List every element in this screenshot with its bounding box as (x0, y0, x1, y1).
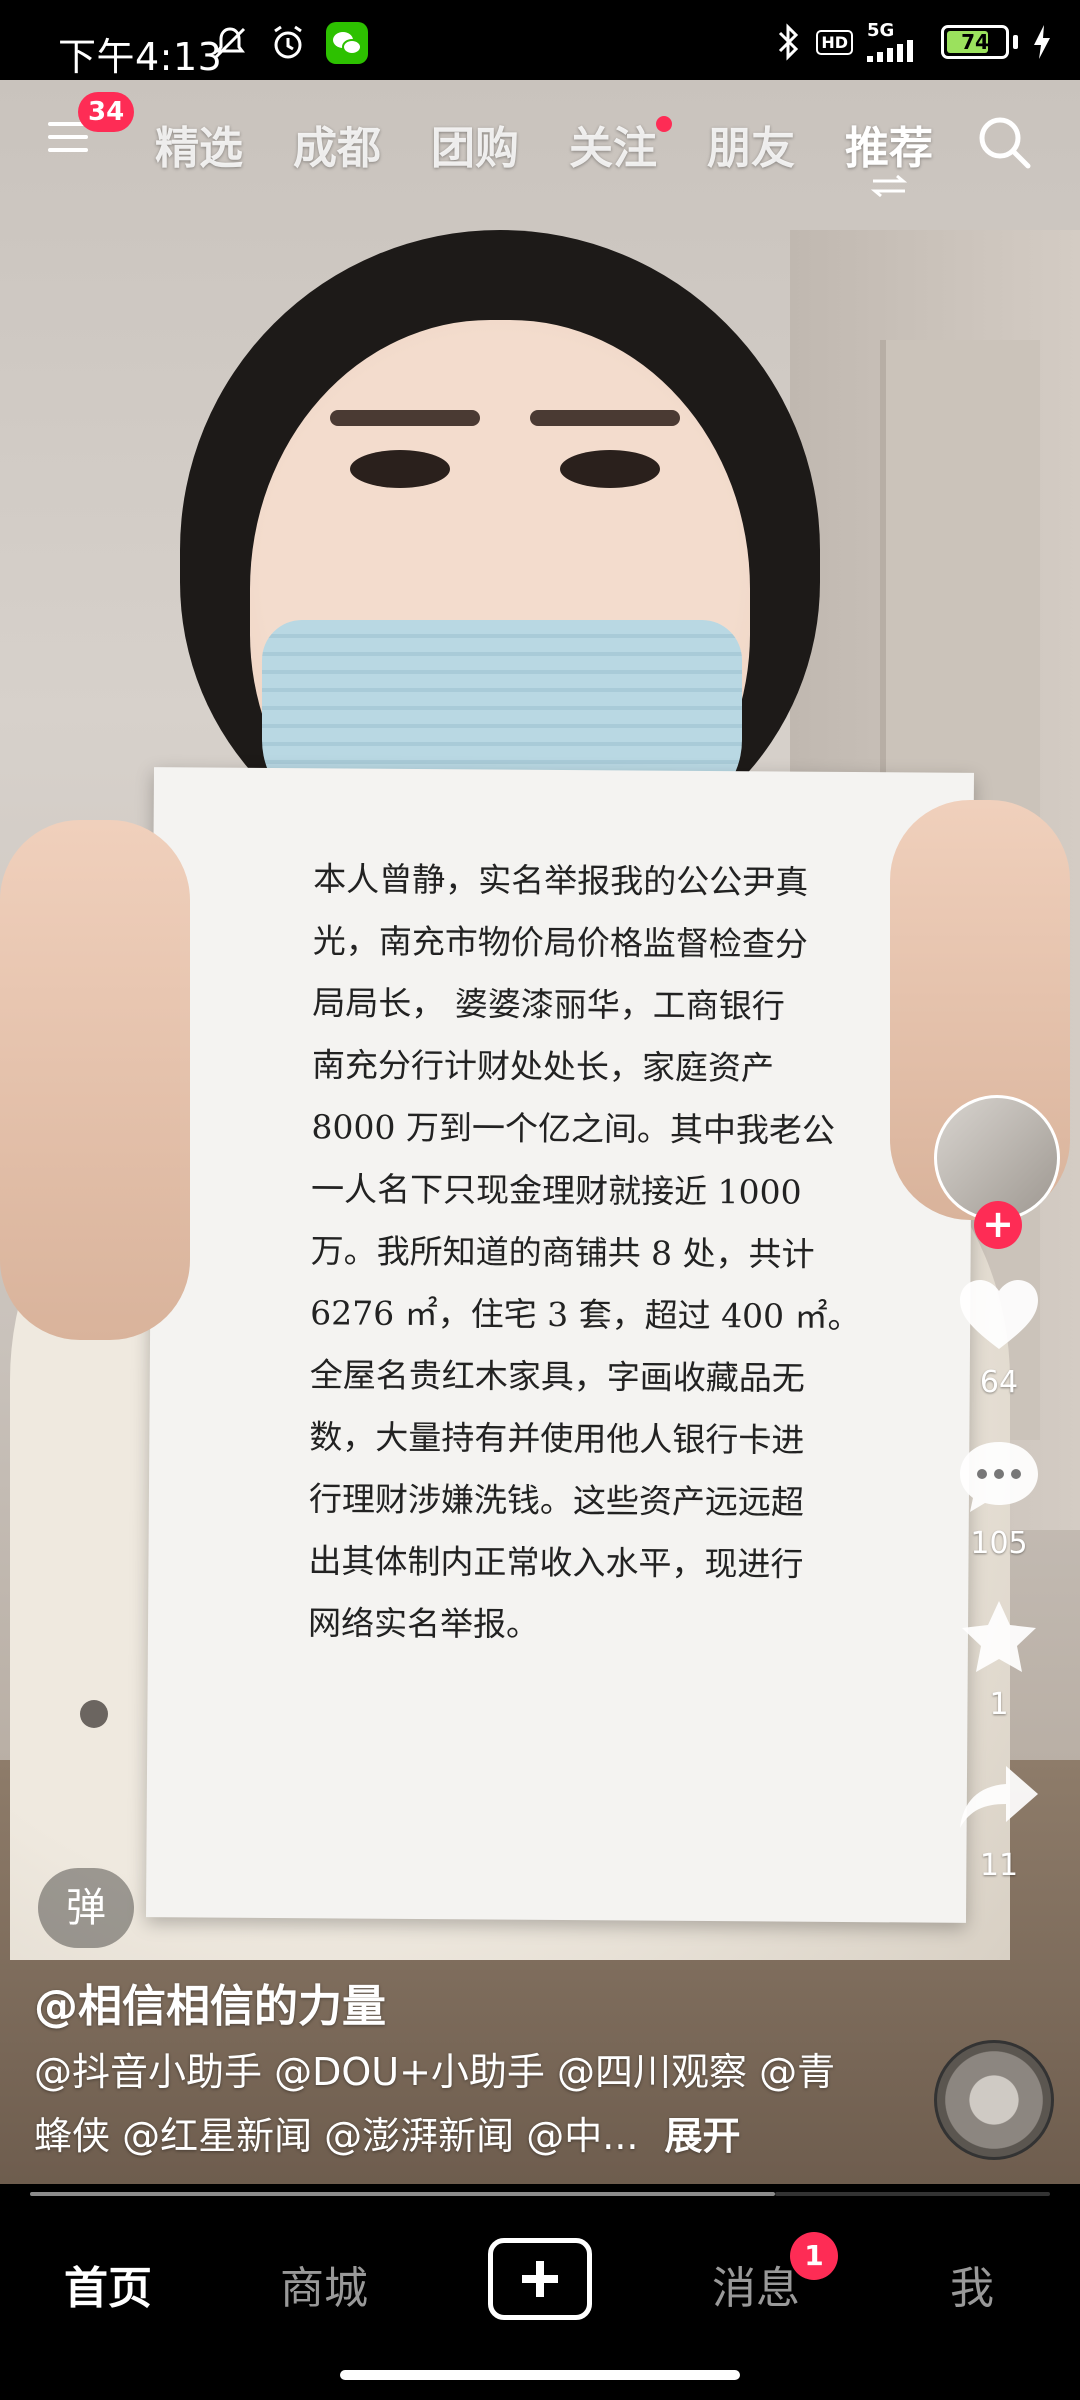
battery-indicator: 74 (941, 25, 1009, 59)
shirt-pattern (80, 1700, 108, 1728)
tab-label: 精选 (155, 123, 243, 174)
top-nav: 34 精选 成都 团购 关注 朋友 推荐 (0, 92, 1080, 198)
heart-icon (960, 1280, 1038, 1349)
tab-label: 关注 (569, 123, 657, 174)
status-time: 下午4:13 (58, 35, 223, 79)
search-icon[interactable] (974, 112, 1034, 172)
tab-chengdu[interactable]: 成都 (268, 112, 406, 176)
comment-button[interactable]: 105 (934, 1436, 1064, 1561)
charging-icon (1034, 25, 1050, 59)
like-count: 64 (979, 1365, 1019, 1400)
nav-home[interactable]: 首页 (28, 2252, 188, 2316)
tab-friends[interactable]: 朋友 (682, 112, 820, 176)
swap-icon (870, 174, 908, 198)
tab-label: 团购 (431, 123, 519, 174)
status-right: HD 5G 74 (776, 22, 1052, 62)
report-text: 本人曾静，实名举报我的公公尹真 光，南充市物价局价格监督检查分 局局长， 婆婆漆… (307, 859, 861, 1644)
nav-me[interactable]: 我 (892, 2252, 1052, 2316)
mute-icon (214, 27, 246, 59)
home-indicator (340, 2370, 740, 2380)
tab-group-buy[interactable]: 团购 (406, 112, 544, 176)
star-icon (962, 1601, 1036, 1672)
tab-label: 推荐 (845, 123, 933, 174)
tab-featured[interactable]: 精选 (130, 112, 268, 176)
follow-button[interactable]: + (974, 1201, 1022, 1249)
bluetooth-icon (779, 23, 799, 61)
signal-icon (867, 40, 913, 62)
video-player[interactable]: 本人曾静，实名举报我的公公尹真 光，南充市物价局价格监督检查分 局局长， 婆婆漆… (0, 80, 1080, 2184)
share-count: 11 (979, 1848, 1019, 1883)
share-icon (960, 1766, 1038, 1828)
favorite-count: 1 (989, 1687, 1009, 1722)
status-bar: 下午4:13 HD 5G 74 (0, 0, 1080, 80)
danmaku-toggle[interactable]: 弹 (38, 1868, 134, 1948)
tab-label: 成都 (293, 123, 381, 174)
person-eyebrow (330, 410, 480, 426)
video-description: @抖音小助手 @DOU+小助手 @四川观察 @青蜂侠 @红星新闻 @澎湃新闻 @… (34, 2040, 864, 2168)
signal-group: 5G (867, 22, 927, 62)
feed-tabs: 精选 成都 团购 关注 朋友 推荐 (130, 112, 958, 198)
person-eye (350, 450, 450, 488)
report-paper: 本人曾静，实名举报我的公公尹真 光，南充市物价局价格监督检查分 局局长， 婆婆漆… (145, 767, 975, 1923)
comment-icon (960, 1442, 1038, 1512)
nav-mall[interactable]: 商城 (244, 2252, 404, 2316)
new-content-dot (656, 116, 672, 132)
tab-following[interactable]: 关注 (544, 112, 682, 176)
create-button[interactable] (488, 2238, 592, 2320)
status-left-icons (210, 22, 368, 64)
action-rail: + 64 105 1 11 (934, 1095, 1064, 1919)
plus-icon (522, 2261, 558, 2297)
tab-label: 朋友 (707, 123, 795, 174)
expand-link[interactable]: 展开 (664, 2114, 740, 2158)
person-eye (560, 450, 660, 488)
battery-tip (1013, 35, 1018, 49)
messages-badge: 1 (790, 2232, 838, 2280)
alarm-icon (274, 25, 302, 59)
menu-badge: 34 (78, 92, 135, 132)
like-button[interactable]: 64 (934, 1275, 1064, 1400)
danmaku-label: 弹 (66, 1885, 106, 1931)
hd-badge: HD (816, 29, 853, 55)
menu-icon[interactable] (48, 122, 88, 154)
battery-level: 74 (961, 30, 989, 54)
share-button[interactable]: 11 (934, 1758, 1064, 1883)
left-hand (0, 820, 190, 1340)
wechat-icon (326, 22, 368, 64)
network-label: 5G (867, 20, 895, 41)
tab-recommended[interactable]: 推荐 (820, 112, 958, 198)
favorite-button[interactable]: 1 (934, 1597, 1064, 1722)
person-eyebrow (530, 410, 680, 426)
music-disc[interactable] (934, 2040, 1054, 2160)
comment-count: 105 (970, 1526, 1028, 1561)
author-name[interactable]: @相信相信的力量 (34, 1970, 386, 2034)
author-avatar-wrap[interactable]: + (934, 1095, 1064, 1249)
